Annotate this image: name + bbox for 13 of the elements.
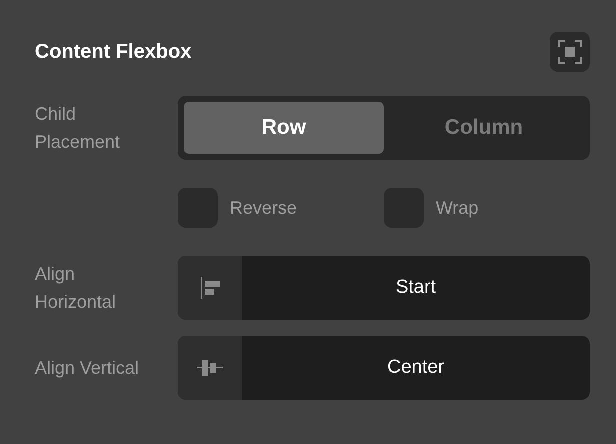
checkbox-label: Wrap: [436, 196, 479, 220]
field-label: Align Vertical: [35, 357, 140, 380]
panel-title: Content Flexbox: [35, 40, 192, 65]
alignment-dropdown[interactable]: Center: [178, 336, 590, 400]
focus-button[interactable]: [550, 32, 590, 72]
frame-icon: [558, 40, 582, 64]
field-label: Align Horizontal: [35, 263, 118, 314]
align-center-icon: [197, 359, 223, 377]
segment-tab[interactable]: Row: [184, 102, 384, 154]
field-label: Child Placement: [35, 103, 122, 154]
align-left-icon: [199, 277, 221, 299]
checkbox-label: Reverse: [230, 196, 298, 220]
alignment-dropdown[interactable]: Start: [178, 256, 590, 320]
